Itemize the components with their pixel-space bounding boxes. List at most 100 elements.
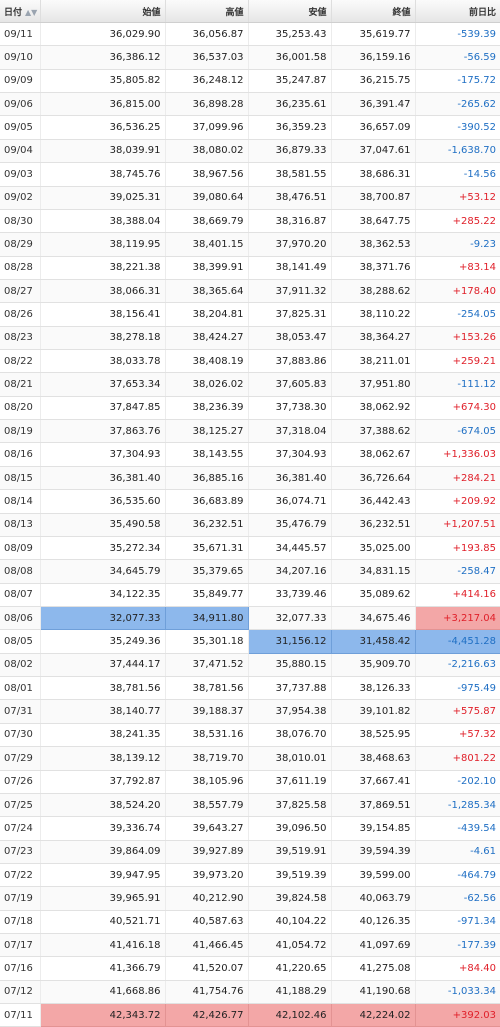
table-row[interactable]: 07/19 39,965.91 40,212.90 39,824.58 40,063.7… — [0, 886, 500, 911]
sort-icon[interactable]: ▲▼ — [25, 8, 37, 17]
table-row[interactable]: 08/22 38,033.78 38,408.19 37,883.86 38,211.0… — [0, 349, 500, 374]
date-cell: 08/26 — [0, 302, 41, 327]
high-cell: 38,143.55 — [165, 442, 249, 467]
column-header-change[interactable]: 前日比 — [415, 0, 500, 23]
column-header-low[interactable]: 安値 — [248, 0, 332, 23]
close-cell: 38,211.01 — [331, 349, 416, 374]
table-row[interactable]: 08/05 35,249.36 35,301.18 31,156.12 31,458.4… — [0, 629, 500, 654]
table-row[interactable]: 07/29 38,139.12 38,719.70 38,010.01 38,468.6… — [0, 746, 500, 771]
table-row[interactable]: 09/04 38,039.91 38,080.02 36,879.33 37,047.6… — [0, 139, 500, 164]
close-cell: 40,063.79 — [331, 886, 416, 911]
column-header-open[interactable]: 始値 — [40, 0, 166, 23]
date-cell: 09/11 — [0, 22, 41, 47]
open-cell: 38,388.04 — [40, 209, 166, 234]
high-cell: 39,643.27 — [165, 816, 249, 841]
table-row[interactable]: 07/23 39,864.09 39,927.89 39,519.91 39,594.3… — [0, 840, 500, 864]
table-row[interactable]: 09/06 36,815.00 36,898.28 36,235.61 36,391.4… — [0, 92, 500, 117]
table-row[interactable]: 08/15 36,381.40 36,885.16 36,381.40 36,726.6… — [0, 466, 500, 491]
table-row[interactable]: 09/09 35,805.82 36,248.12 35,247.87 36,215.7… — [0, 69, 500, 94]
table-row[interactable]: 09/11 36,029.90 36,056.87 35,253.43 35,619.7… — [0, 22, 500, 47]
date-cell: 08/05 — [0, 629, 41, 654]
table-row[interactable]: 08/02 37,444.17 37,471.52 35,880.15 35,909.7… — [0, 653, 500, 678]
stock-price-table: 日付 ▲▼ 始値 高値 安値 終値 前日比 09/11 36,029.90 36,05… — [0, 0, 500, 1027]
table-row[interactable]: 08/06 32,077.33 34,911.80 32,077.33 34,675.4… — [0, 606, 500, 631]
change-cell: -202.10 — [415, 770, 500, 794]
table-row[interactable]: 08/19 37,863.76 38,125.27 37,318.04 37,388.6… — [0, 419, 500, 444]
date-cell: 07/22 — [0, 863, 41, 888]
table-row[interactable]: 09/03 38,745.76 38,967.56 38,581.55 38,686.3… — [0, 162, 500, 187]
close-cell: 37,047.61 — [331, 139, 416, 164]
column-header-date-label: 日付 — [4, 7, 23, 18]
open-cell: 38,066.31 — [40, 279, 166, 304]
date-cell: 08/08 — [0, 559, 41, 584]
close-cell: 39,594.39 — [331, 840, 416, 864]
close-cell: 36,232.51 — [331, 513, 416, 537]
high-cell: 41,754.76 — [165, 980, 249, 1005]
low-cell: 38,076.70 — [248, 723, 332, 748]
table-row[interactable]: 07/25 38,524.20 38,557.79 37,825.58 37,869.5… — [0, 793, 500, 818]
date-cell: 07/16 — [0, 956, 41, 981]
table-row[interactable]: 07/17 41,416.18 41,466.45 41,054.72 41,097.6… — [0, 933, 500, 958]
table-row[interactable]: 08/28 38,221.38 38,399.91 38,141.49 38,371.7… — [0, 256, 500, 280]
change-cell: -4.61 — [415, 840, 500, 864]
table-body: 09/11 36,029.90 36,056.87 35,253.43 35,619.7… — [0, 22, 500, 1027]
table-row[interactable]: 07/31 38,140.77 39,188.37 37,954.38 39,101.8… — [0, 699, 500, 724]
table-row[interactable]: 08/13 35,490.58 36,232.51 35,476.79 36,232.5… — [0, 513, 500, 537]
table-row[interactable]: 08/01 38,781.56 38,781.56 37,737.88 38,126.3… — [0, 676, 500, 701]
open-cell: 36,386.12 — [40, 45, 166, 70]
close-cell: 36,442.43 — [331, 489, 416, 514]
table-row[interactable]: 08/23 38,278.18 38,424.27 38,053.47 38,364.2… — [0, 326, 500, 351]
table-row[interactable]: 07/11 42,343.72 42,426.77 42,102.46 42,224.0… — [0, 1003, 500, 1027]
table-row[interactable]: 08/26 38,156.41 38,204.81 37,825.31 38,110.2… — [0, 302, 500, 327]
table-row[interactable]: 08/30 38,388.04 38,669.79 38,316.87 38,647.7… — [0, 209, 500, 234]
table-row[interactable]: 08/14 36,535.60 36,683.89 36,074.71 36,442.4… — [0, 489, 500, 514]
column-header-close[interactable]: 終値 — [331, 0, 416, 23]
table-row[interactable]: 07/18 40,521.71 40,587.63 40,104.22 40,126.3… — [0, 910, 500, 935]
change-cell: -254.05 — [415, 302, 500, 327]
open-cell: 37,653.34 — [40, 372, 166, 397]
table-row[interactable]: 08/08 34,645.79 35,379.65 34,207.16 34,831.1… — [0, 559, 500, 584]
high-cell: 38,424.27 — [165, 326, 249, 351]
column-header-high[interactable]: 高値 — [165, 0, 249, 23]
low-cell: 37,611.19 — [248, 770, 332, 794]
date-cell: 08/21 — [0, 372, 41, 397]
table-row[interactable]: 09/10 36,386.12 36,537.03 36,001.58 36,159.1… — [0, 45, 500, 70]
date-cell: 08/28 — [0, 256, 41, 280]
high-cell: 36,248.12 — [165, 69, 249, 94]
table-row[interactable]: 08/29 38,119.95 38,401.15 37,970.20 38,362.5… — [0, 232, 500, 257]
table-row[interactable]: 07/24 39,336.74 39,643.27 39,096.50 39,154.8… — [0, 816, 500, 841]
open-cell: 38,241.35 — [40, 723, 166, 748]
change-cell: +575.87 — [415, 699, 500, 724]
table-row[interactable]: 08/27 38,066.31 38,365.64 37,911.32 38,288.6… — [0, 279, 500, 304]
table-row[interactable]: 08/16 37,304.93 38,143.55 37,304.93 38,062.6… — [0, 442, 500, 467]
table-row[interactable]: 08/20 37,847.85 38,236.39 37,738.30 38,062.9… — [0, 396, 500, 421]
low-cell: 39,824.58 — [248, 886, 332, 911]
open-cell: 36,815.00 — [40, 92, 166, 117]
date-cell: 09/04 — [0, 139, 41, 164]
change-cell: +284.21 — [415, 466, 500, 491]
table-row[interactable]: 07/22 39,947.95 39,973.20 39,519.39 39,599.0… — [0, 863, 500, 888]
table-row[interactable]: 07/26 37,792.87 38,105.96 37,611.19 37,667.4… — [0, 770, 500, 794]
change-cell: +83.14 — [415, 256, 500, 280]
open-cell: 38,221.38 — [40, 256, 166, 280]
open-cell: 38,033.78 — [40, 349, 166, 374]
table-row[interactable]: 09/02 39,025.31 39,080.64 38,476.51 38,700.8… — [0, 186, 500, 210]
table-row[interactable]: 07/30 38,241.35 38,531.16 38,076.70 38,525.9… — [0, 723, 500, 748]
low-cell: 41,188.29 — [248, 980, 332, 1005]
table-row[interactable]: 07/16 41,366.79 41,520.07 41,220.65 41,275.0… — [0, 956, 500, 981]
change-cell: -1,285.34 — [415, 793, 500, 818]
open-cell: 38,039.91 — [40, 139, 166, 164]
table-row[interactable]: 08/09 35,272.34 35,671.31 34,445.57 35,025.0… — [0, 536, 500, 561]
column-header-date[interactable]: 日付 ▲▼ — [0, 0, 41, 23]
table-row[interactable]: 08/21 37,653.34 38,026.02 37,605.83 37,951.8… — [0, 372, 500, 397]
high-cell: 38,105.96 — [165, 770, 249, 794]
high-cell: 39,188.37 — [165, 699, 249, 724]
change-cell: +53.12 — [415, 186, 500, 210]
table-row[interactable]: 09/05 36,536.25 37,099.96 36,359.23 36,657.0… — [0, 115, 500, 140]
low-cell: 37,738.30 — [248, 396, 332, 421]
date-cell: 08/30 — [0, 209, 41, 234]
close-cell: 41,097.69 — [331, 933, 416, 958]
table-row[interactable]: 07/12 41,668.86 41,754.76 41,188.29 41,190.6… — [0, 980, 500, 1005]
change-cell: +153.26 — [415, 326, 500, 351]
table-row[interactable]: 08/07 34,122.35 35,849.77 33,739.46 35,089.6… — [0, 583, 500, 607]
